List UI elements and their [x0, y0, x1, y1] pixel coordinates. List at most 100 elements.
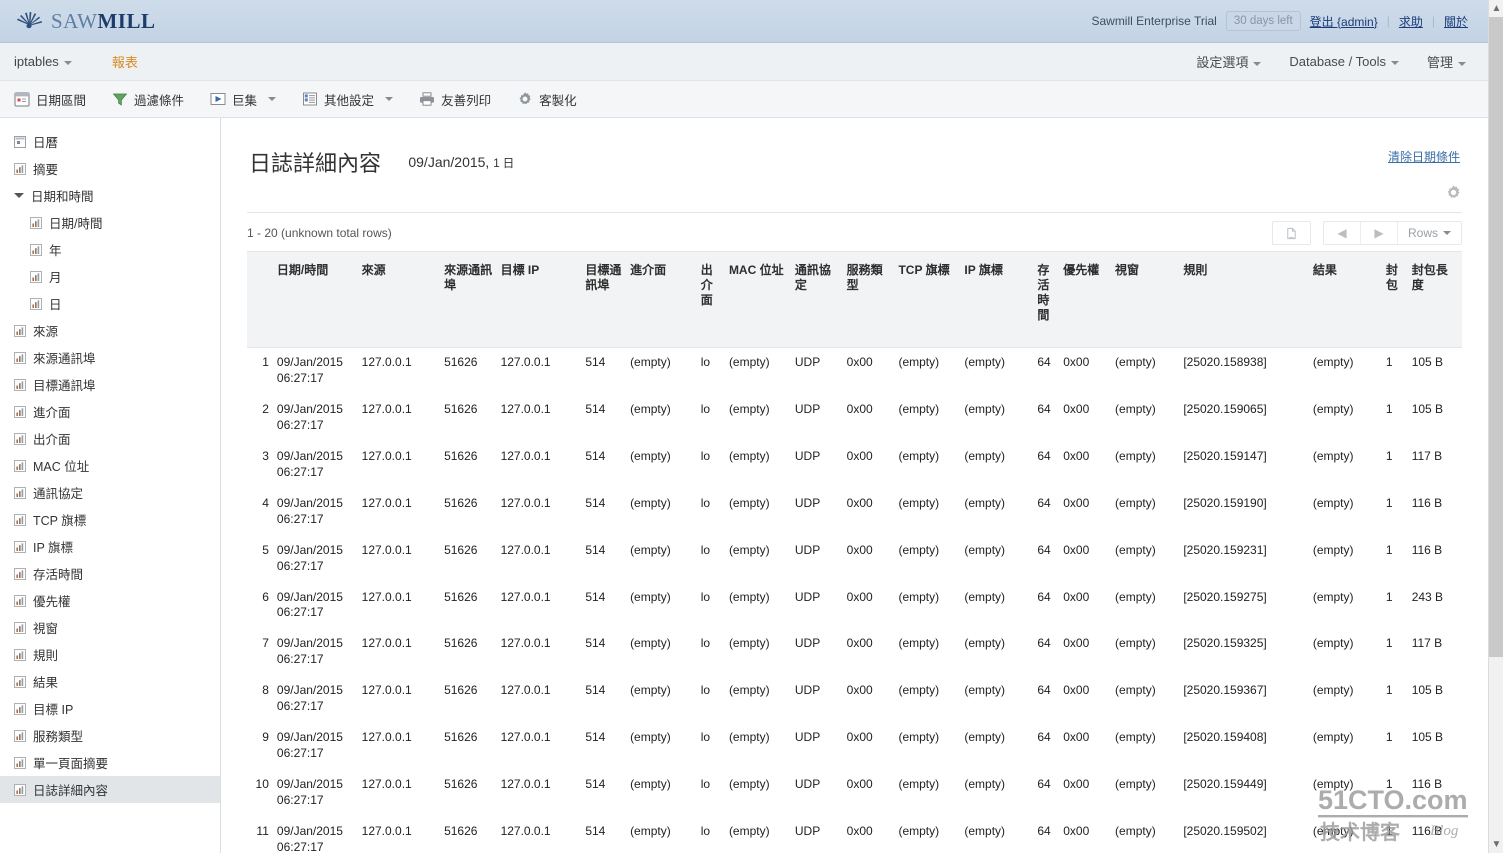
sidebar-item-24[interactable]: 日誌詳細內容: [0, 776, 220, 803]
table-row[interactable]: 10 09/Jan/2015 06:27:17 127.0.0.1 51626 127.…: [247, 770, 1462, 817]
sidebar-item-label: 月: [49, 271, 62, 285]
cell-window: (empty): [1115, 683, 1156, 698]
about-link[interactable]: 關於: [1444, 13, 1468, 30]
column-header-8[interactable]: 通訊協定: [790, 251, 843, 348]
sidebar-item-10[interactable]: 進介面: [0, 398, 220, 425]
cell-dport: 514: [585, 777, 606, 792]
cell-result: (empty): [1312, 401, 1354, 416]
logout-link[interactable]: 登出 {admin}: [1310, 13, 1378, 30]
sidebar-item-2[interactable]: 日期和時間: [0, 182, 220, 209]
sidebar-item-3[interactable]: 日期/時間: [0, 209, 220, 236]
column-header-6[interactable]: 出介面: [696, 251, 725, 348]
customize-button[interactable]: 客製化: [517, 90, 577, 109]
sidebar-item-11[interactable]: 出介面: [0, 425, 220, 452]
sidebar-item-17[interactable]: 優先權: [0, 587, 220, 614]
table-row[interactable]: 4 09/Jan/2015 06:27:17 127.0.0.1 51626 127.0…: [247, 488, 1462, 535]
sidebar-item-0[interactable]: 日曆: [0, 128, 220, 155]
table-row[interactable]: 5 09/Jan/2015 06:27:17 127.0.0.1 51626 127.0…: [247, 535, 1462, 582]
sidebar-item-18[interactable]: 視窗: [0, 614, 220, 641]
scroll-up-arrow-icon[interactable]: ▲: [1489, 0, 1503, 17]
column-header-12[interactable]: 存活時間: [1033, 251, 1060, 348]
cell-prec: 0x00: [1063, 448, 1090, 463]
cell-dstip: 127.0.0.1: [500, 777, 551, 792]
table-row[interactable]: 6 09/Jan/2015 06:27:17 127.0.0.1 51626 127.0…: [247, 582, 1462, 629]
prev-arrow-icon[interactable]: ◀: [1324, 222, 1361, 244]
table-row[interactable]: 11 09/Jan/2015 06:27:17 127.0.0.1 51626 127.…: [247, 817, 1462, 853]
cell-outif: lo: [700, 636, 711, 651]
column-header-13[interactable]: 優先權: [1059, 251, 1112, 348]
cell-window: (empty): [1115, 589, 1156, 604]
column-header-3[interactable]: 目標 IP: [496, 251, 582, 348]
column-header-7[interactable]: MAC 位址: [724, 251, 791, 348]
sidebar-item-21[interactable]: 目標 IP: [0, 695, 220, 722]
column-header-9[interactable]: 服務類型: [842, 251, 895, 348]
sidebar-item-16[interactable]: 存活時間: [0, 560, 220, 587]
cell-tos: 0x00: [846, 730, 873, 745]
menu-database-tools[interactable]: Database / Tools: [1289, 54, 1399, 69]
cell-sport: 51626: [444, 448, 478, 463]
sidebar-item-23[interactable]: 單一頁面摘要: [0, 749, 220, 776]
page-scrollbar[interactable]: ▲ ▼: [1488, 0, 1503, 853]
next-arrow-icon[interactable]: ▶: [1361, 222, 1398, 244]
sawmill-logo[interactable]: SAWMILL: [0, 9, 156, 34]
clear-date-filter-link[interactable]: 清除日期條件: [1388, 148, 1460, 165]
other-settings-button[interactable]: 其他設定: [302, 90, 394, 109]
column-header-11[interactable]: IP 旗標: [960, 251, 1034, 348]
column-header-5[interactable]: 進介面: [626, 251, 697, 348]
expander-icon[interactable]: [14, 193, 24, 198]
report-sidebar[interactable]: 日曆 摘要 日期和時間 日期/時間年月日來源 來源通訊埠 目標通訊埠 進介面 出介面 MAC 位…: [0, 118, 221, 853]
filter-button[interactable]: 過濾條件: [112, 90, 184, 109]
column-header-17[interactable]: 封包: [1381, 251, 1408, 348]
help-link[interactable]: 求助: [1399, 13, 1423, 30]
table-row[interactable]: 9 09/Jan/2015 06:27:17 127.0.0.1 51626 127.0…: [247, 723, 1462, 770]
menu-reports[interactable]: 報表: [112, 52, 138, 71]
column-header-10[interactable]: TCP 旗標: [894, 251, 961, 348]
sidebar-item-9[interactable]: 目標通訊埠: [0, 371, 220, 398]
table-row[interactable]: 7 09/Jan/2015 06:27:17 127.0.0.1 51626 127.0…: [247, 629, 1462, 676]
sidebar-item-20[interactable]: 結果: [0, 668, 220, 695]
scroll-down-arrow-icon[interactable]: ▼: [1489, 836, 1503, 853]
table-row[interactable]: 2 09/Jan/2015 06:27:17 127.0.0.1 51626 127.0…: [247, 394, 1462, 441]
cell-ttl: 64: [1037, 683, 1051, 698]
sidebar-item-5[interactable]: 月: [0, 263, 220, 290]
column-header-4[interactable]: 目標通訊埠: [581, 251, 627, 348]
sidebar-item-4[interactable]: 年: [0, 236, 220, 263]
sawblade-fan-icon: [14, 9, 44, 33]
sidebar-item-8[interactable]: 來源通訊埠: [0, 344, 220, 371]
sidebar-item-1[interactable]: 摘要: [0, 155, 220, 182]
sidebar-item-14[interactable]: TCP 旗標: [0, 506, 220, 533]
menu-admin[interactable]: 管理: [1427, 52, 1466, 71]
table-row[interactable]: 3 09/Jan/2015 06:27:17 127.0.0.1 51626 127.0…: [247, 441, 1462, 488]
column-header-2[interactable]: 來源通訊埠: [440, 251, 497, 348]
report-gear-icon[interactable]: [1445, 184, 1462, 201]
table-row[interactable]: 8 09/Jan/2015 06:27:17 127.0.0.1 51626 127.0…: [247, 676, 1462, 723]
menu-settings[interactable]: 設定選項: [1196, 52, 1262, 71]
row-index: 6: [262, 589, 269, 604]
date-range-button[interactable]: 日期區間: [14, 90, 86, 109]
menu-profile-iptables[interactable]: iptables: [14, 54, 72, 69]
column-header-15[interactable]: 規則: [1179, 251, 1309, 348]
sidebar-item-22[interactable]: 服務類型: [0, 722, 220, 749]
table-row[interactable]: 1 09/Jan/2015 06:27:17 127.0.0.1 51626 127.0…: [247, 348, 1462, 395]
column-header-0[interactable]: 日期/時間: [272, 251, 358, 348]
column-header-18[interactable]: 封包長度: [1407, 251, 1462, 348]
cell-dport: 514: [585, 683, 606, 698]
sidebar-item-15[interactable]: IP 旗標: [0, 533, 220, 560]
column-header-1[interactable]: 來源: [357, 251, 441, 348]
column-header-14[interactable]: 視窗: [1111, 251, 1180, 348]
printer-friendly-button[interactable]: 友善列印: [419, 90, 491, 109]
sidebar-item-7[interactable]: 來源: [0, 317, 220, 344]
scrollbar-thumb[interactable]: [1489, 17, 1503, 657]
macros-button[interactable]: 巨集: [210, 90, 277, 109]
bar-chart-icon: [30, 243, 42, 256]
column-header-16[interactable]: 結果: [1308, 251, 1382, 348]
cell-rule: [25020.159147]: [1183, 448, 1267, 463]
sidebar-item-6[interactable]: 日: [0, 290, 220, 317]
other-settings-label: 其他設定: [324, 93, 375, 108]
cell-result: (empty): [1312, 730, 1354, 745]
sidebar-item-13[interactable]: 通訊協定: [0, 479, 220, 506]
sidebar-item-12[interactable]: MAC 位址: [0, 452, 220, 479]
rows-per-page-dropdown[interactable]: Rows: [1398, 222, 1461, 244]
sidebar-item-19[interactable]: 規則: [0, 641, 220, 668]
export-document-icon[interactable]: [1273, 222, 1310, 244]
